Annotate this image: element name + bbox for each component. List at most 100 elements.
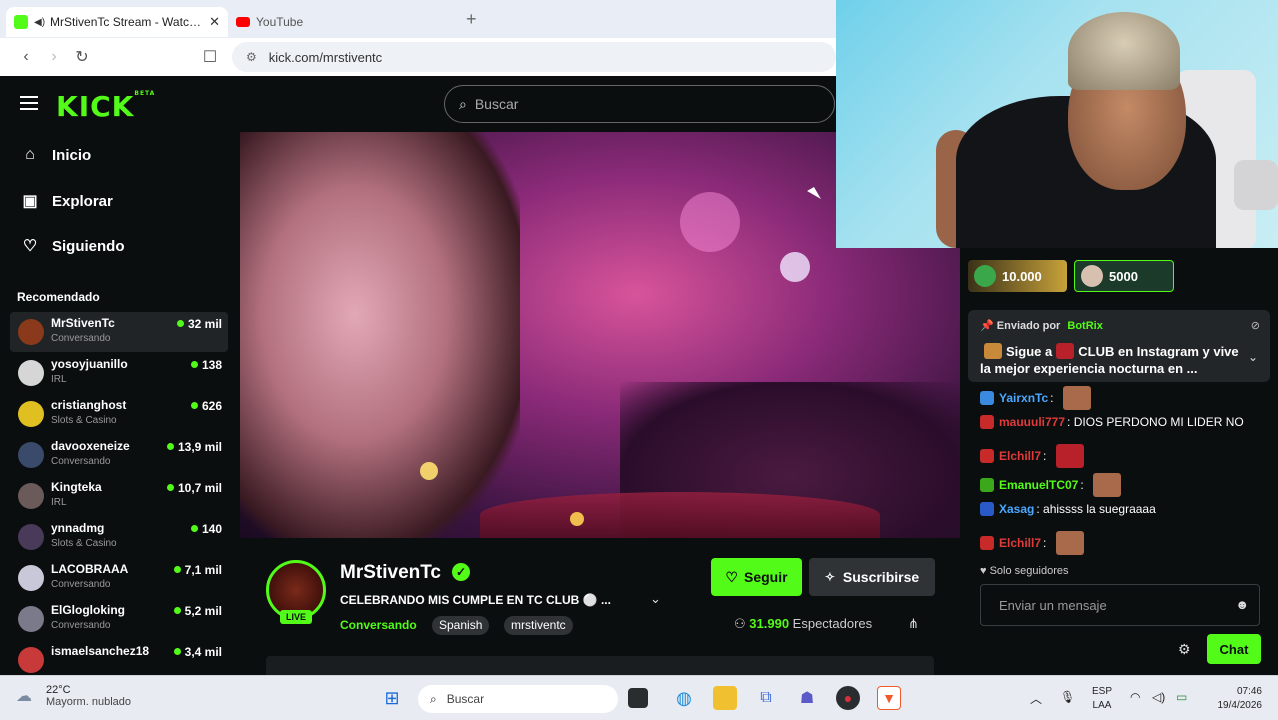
task-view-icon[interactable]	[628, 688, 648, 708]
teams-icon[interactable]: ☗	[795, 686, 819, 710]
channel-viewers: 3,4 mil	[173, 645, 222, 659]
live-dot-icon	[173, 566, 181, 573]
clock[interactable]: 07:46 19/4/2026	[1206, 685, 1263, 713]
chat-text: DIOS PERDONO MI LIDER NO	[1073, 415, 1244, 429]
chat-username[interactable]: Elchill7	[999, 449, 1041, 463]
close-tab-icon[interactable]: ✕	[209, 14, 220, 30]
search-input[interactable]: ⌕ Buscar	[444, 85, 835, 123]
pinned-message[interactable]: 📌 Enviado por BotRix ⊘ Sigue a CLUB en In…	[968, 310, 1270, 382]
channel-list-item[interactable]: davooxeneize Conversando 13,9 mil	[10, 435, 228, 475]
share-icon[interactable]: ⋔	[908, 616, 919, 632]
chat-colon: :	[1043, 449, 1050, 463]
channel-list-item[interactable]: LACOBRAAA Conversando 7,1 mil	[10, 558, 228, 598]
chevron-down-icon[interactable]: ⌄	[1248, 350, 1258, 364]
chat-username[interactable]: EmanuelTC07	[999, 478, 1078, 492]
channel-list-item[interactable]: Kingteka IRL 10,7 mil	[10, 476, 228, 516]
wifi-icon[interactable]: ◠	[1130, 690, 1140, 704]
store-icon[interactable]: ⧉	[754, 686, 778, 710]
emoji-icon[interactable]: ☻	[1235, 597, 1249, 612]
nav-label: Explorar	[52, 192, 113, 210]
nav-item-explorar[interactable]: ▣ Explorar	[20, 191, 113, 211]
tab-youtube[interactable]: YouTube	[228, 7, 448, 37]
chat-username[interactable]: Xasag	[999, 502, 1034, 516]
pinned-header: 📌 Enviado por BotRix	[980, 319, 1103, 332]
reload-icon[interactable]: ↻	[68, 47, 96, 67]
subscribe-button[interactable]: ✧ Suscribirse	[809, 558, 935, 596]
chat-colon: :	[1080, 478, 1088, 492]
site-settings-icon[interactable]: ⚙	[246, 50, 257, 64]
battery-icon[interactable]: ▭	[1176, 690, 1187, 704]
file-explorer-icon[interactable]	[713, 686, 737, 710]
nav-item-siguiendo[interactable]: ♡ Siguiendo	[20, 236, 125, 256]
chat-message[interactable]: Xasag: ahissss la suegraaaa	[980, 502, 1156, 516]
chat-message[interactable]: YairxnTc:	[980, 386, 1091, 410]
channel-name: davooxeneize	[51, 439, 130, 453]
channel-list-item[interactable]: cristianghost Slots & Casino 626	[10, 394, 228, 434]
chevron-down-icon[interactable]: ⌄	[650, 591, 661, 607]
brave-icon[interactable]: ▼	[877, 686, 901, 710]
channel-name[interactable]: MrStivenTc	[340, 562, 441, 584]
language-indicator[interactable]: ESP LAA	[1092, 685, 1112, 713]
nav-item-inicio[interactable]: ⌂ Inicio	[20, 146, 91, 164]
recommended-heading: Recomendado	[17, 290, 100, 304]
home-icon: ⌂	[25, 146, 35, 163]
channel-list-item[interactable]: ElGlogloking Conversando 5,2 mil	[10, 599, 228, 639]
forward-icon[interactable]: ›	[40, 48, 68, 66]
channel-viewers: 626	[190, 399, 222, 413]
channel-list-item[interactable]: ismaelsanchez18 3,4 mil	[10, 640, 228, 680]
chat-settings-icon[interactable]: ⚙	[1178, 641, 1191, 658]
channel-name: yosoyjuanillo	[51, 357, 128, 371]
tag-channel[interactable]: mrstiventc	[504, 616, 573, 635]
follow-button[interactable]: ♡ Seguir	[711, 558, 802, 596]
gift-badge[interactable]: 10.000	[968, 260, 1067, 292]
back-icon[interactable]: ‹	[12, 48, 40, 66]
channel-list-item[interactable]: ynnadmg Slots & Casino 140	[10, 517, 228, 557]
menu-icon[interactable]	[20, 96, 38, 114]
channel-list-item[interactable]: yosoyjuanillo IRL 138	[10, 353, 228, 393]
chat-username[interactable]: YairxnTc	[999, 391, 1048, 405]
chat-message[interactable]: Elchill7:	[980, 444, 1084, 468]
search-placeholder: Buscar	[474, 96, 519, 112]
gift-amount: 5000	[1109, 268, 1138, 284]
compass-icon: ▣	[22, 193, 38, 210]
chat-username[interactable]: mauuuli777	[999, 415, 1065, 429]
unpin-icon[interactable]: ⊘	[1251, 319, 1260, 332]
tray-overflow-icon[interactable]: ︿	[1030, 690, 1042, 707]
bookmark-icon[interactable]: ☐	[196, 47, 224, 67]
weather-temp: 22°C	[46, 684, 71, 696]
app-icon[interactable]: ●	[836, 686, 860, 710]
channel-list-item[interactable]: MrStivenTc Conversando 32 mil	[10, 312, 228, 352]
stream-category[interactable]: Conversando	[340, 618, 417, 632]
tag-spanish[interactable]: Spanish	[432, 616, 490, 635]
channel-avatar	[18, 319, 44, 345]
tab-kick[interactable]: ◀) MrStivenTc Stream - Watch Live ✕	[6, 7, 228, 37]
webcam-mic	[1234, 160, 1278, 210]
chat-username[interactable]: Elchill7	[999, 536, 1041, 550]
taskbar-search[interactable]: ⌕ Buscar	[418, 685, 618, 713]
weather-widget[interactable]: ☁ 22°C Mayorm. nublado	[16, 684, 131, 708]
user-badge-icon	[980, 478, 994, 492]
channel-avatar	[18, 647, 44, 673]
video-light	[420, 462, 438, 480]
gift-badge[interactable]: 5000	[1074, 260, 1174, 292]
url-field[interactable]: ⚙ kick.com/mrstiventc	[232, 42, 836, 72]
chat-message[interactable]: Elchill7:	[980, 531, 1084, 555]
kick-logo[interactable]: KICKBETA	[56, 90, 155, 123]
send-chat-button[interactable]: Chat	[1207, 634, 1261, 664]
edge-icon[interactable]: ◍	[672, 686, 696, 710]
channel-avatar	[18, 483, 44, 509]
chat-colon: :	[1050, 391, 1057, 405]
chat-message[interactable]: EmanuelTC07:	[980, 473, 1122, 497]
new-tab-button[interactable]: +	[466, 9, 477, 30]
chat-input[interactable]: Enviar un mensaje ☻	[980, 584, 1260, 626]
audio-icon[interactable]: ◀)	[34, 17, 45, 28]
pinned-sent-by: Enviado por	[996, 320, 1061, 332]
browser-tabbar: ◀) MrStivenTc Stream - Watch Live ✕ YouT…	[0, 0, 836, 38]
volume-icon[interactable]: ◁)	[1152, 690, 1165, 704]
windows-start-icon[interactable]: ⊞	[380, 686, 404, 710]
viewers-icon: ⚇	[734, 616, 746, 631]
chat-message[interactable]: mauuuli777: DIOS PERDONO MI LIDER NO	[980, 415, 1244, 429]
channel-viewers: 7,1 mil	[173, 563, 222, 577]
mic-icon[interactable]: 🎙	[1060, 690, 1075, 704]
kick-header: KICKBETA ⌕ Buscar	[0, 76, 836, 132]
